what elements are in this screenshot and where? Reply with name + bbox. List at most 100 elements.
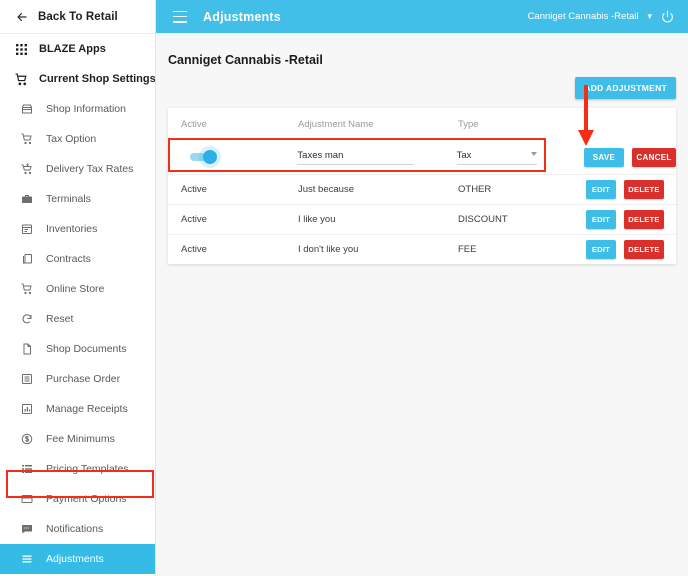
sidebar-item-label: Delivery Tax Rates bbox=[46, 163, 134, 175]
sidebar-item-payment-options[interactable]: Payment Options bbox=[0, 484, 155, 514]
delete-button[interactable]: DELETE bbox=[624, 180, 664, 199]
sidebar-item-inventories[interactable]: Inventories bbox=[0, 214, 155, 244]
refresh-icon bbox=[20, 312, 34, 326]
cart-icon bbox=[20, 282, 34, 296]
sidebar-item-label: BLAZE Apps bbox=[39, 43, 106, 55]
power-icon[interactable] bbox=[661, 10, 674, 23]
sidebar-item-label: Reset bbox=[46, 313, 74, 325]
row-active-status: Active bbox=[181, 184, 207, 195]
row-adjustment-name: Just because bbox=[298, 184, 354, 195]
row-active-status: Active bbox=[181, 214, 207, 225]
sidebar-item-label: Online Store bbox=[46, 283, 105, 295]
editing-row-actions: SAVE CANCEL bbox=[584, 147, 676, 167]
sidebar-item-label: Current Shop Settings bbox=[39, 73, 156, 85]
sidebar-item-reset[interactable]: Reset bbox=[0, 304, 155, 334]
column-header-adjustment-name: Adjustment Name bbox=[298, 118, 374, 130]
table-row: Active Just because OTHER EDIT DELETE bbox=[168, 174, 676, 204]
sidebar-item-shop-information[interactable]: Shop Information bbox=[0, 94, 155, 124]
save-button[interactable]: SAVE bbox=[584, 147, 624, 167]
list-bullet-icon bbox=[20, 462, 34, 476]
edit-button[interactable]: EDIT bbox=[586, 240, 616, 259]
top-app-bar: Adjustments Canniget Cannabis -Retail ▾ bbox=[156, 0, 688, 33]
message-icon bbox=[20, 522, 34, 536]
list-icon bbox=[20, 372, 34, 386]
arrow-left-icon bbox=[16, 11, 28, 23]
page-title: Adjustments bbox=[203, 9, 281, 24]
column-header-active: Active bbox=[181, 118, 207, 130]
sidebar-item-blaze-apps[interactable]: BLAZE Apps bbox=[0, 34, 155, 64]
row-adjustment-name: I like you bbox=[298, 214, 336, 225]
delete-button[interactable]: DELETE bbox=[624, 240, 664, 259]
shopping-cart-icon bbox=[14, 72, 28, 86]
lines-icon bbox=[20, 552, 34, 566]
sidebar-item-pricing-templates[interactable]: Pricing Templates bbox=[0, 454, 155, 484]
row-adjustment-name: I don't like you bbox=[298, 244, 359, 255]
sidebar-item-label: Contracts bbox=[46, 253, 91, 265]
sidebar-item-fee-minimums[interactable]: Fee Minimums bbox=[0, 424, 155, 454]
add-adjustment-button[interactable]: ADD ADJUSTMENT bbox=[575, 77, 676, 99]
delete-button[interactable]: DELETE bbox=[624, 210, 664, 229]
adjustment-type-select[interactable]: Tax bbox=[456, 149, 537, 165]
grid-apps-icon bbox=[14, 42, 28, 56]
row-adjustment-type: FEE bbox=[458, 244, 477, 255]
calendar-icon bbox=[20, 222, 34, 236]
active-toggle-switch[interactable] bbox=[190, 150, 217, 164]
adjustment-name-input[interactable] bbox=[297, 149, 415, 165]
cancel-button[interactable]: CANCEL bbox=[632, 147, 676, 167]
hamburger-icon[interactable] bbox=[173, 10, 187, 23]
sidebar-item-delivery-tax-rates[interactable]: Delivery Tax Rates bbox=[0, 154, 155, 184]
cart-plus-icon bbox=[20, 162, 34, 176]
sidebar-item-purchase-order[interactable]: Purchase Order bbox=[0, 364, 155, 394]
sidebar-item-label: Terminals bbox=[46, 193, 91, 205]
row-adjustment-type: OTHER bbox=[458, 184, 492, 195]
dollar-circle-icon bbox=[20, 432, 34, 446]
active-toggle-cell bbox=[168, 150, 297, 164]
sidebar: Back To Retail BLAZE Apps Current Shop S… bbox=[0, 0, 156, 576]
edit-button[interactable]: EDIT bbox=[586, 180, 616, 199]
sidebar-item-contracts[interactable]: Contracts bbox=[0, 244, 155, 274]
table-header-row: Active Adjustment Name Type bbox=[168, 108, 676, 140]
top-bar-right: Canniget Cannabis -Retail ▾ bbox=[528, 10, 674, 23]
table-row: Active I like you DISCOUNT EDIT DELETE bbox=[168, 204, 676, 234]
briefcase-icon bbox=[20, 192, 34, 206]
row-actions: EDIT DELETE bbox=[586, 240, 676, 259]
adjustment-name-cell bbox=[297, 149, 456, 165]
cart-icon bbox=[20, 132, 34, 146]
sidebar-item-terminals[interactable]: Terminals bbox=[0, 184, 155, 214]
sidebar-item-label: Manage Receipts bbox=[46, 403, 128, 415]
toggle-knob bbox=[203, 150, 217, 164]
main-content: Canniget Cannabis -Retail ADD ADJUSTMENT… bbox=[156, 33, 688, 576]
documents-icon bbox=[20, 252, 34, 266]
edit-button[interactable]: EDIT bbox=[586, 210, 616, 229]
sidebar-item-label: Tax Option bbox=[46, 133, 97, 145]
sidebar-item-label: Purchase Order bbox=[46, 373, 121, 385]
sidebar-item-label: Inventories bbox=[46, 223, 98, 235]
adjustment-type-cell: Tax bbox=[456, 149, 584, 165]
sidebar-item-label: Fee Minimums bbox=[46, 433, 115, 445]
shop-heading: Canniget Cannabis -Retail bbox=[168, 53, 323, 67]
sidebar-item-adjustments[interactable]: Adjustments bbox=[0, 544, 155, 574]
sidebar-item-online-store[interactable]: Online Store bbox=[0, 274, 155, 304]
adjustments-card: Active Adjustment Name Type Taxes man Ta… bbox=[168, 108, 676, 264]
sidebar-item-label: Adjustments bbox=[46, 553, 104, 565]
row-actions: EDIT DELETE bbox=[586, 210, 676, 229]
sidebar-item-current-shop-settings[interactable]: Current Shop Settings bbox=[0, 64, 155, 94]
sidebar-item-notifications[interactable]: Notifications bbox=[0, 514, 155, 544]
column-header-type: Type bbox=[458, 118, 479, 130]
chevron-down-icon[interactable]: ▾ bbox=[647, 12, 652, 21]
bar-chart-icon bbox=[20, 402, 34, 416]
back-to-retail-button[interactable]: Back To Retail bbox=[0, 0, 155, 34]
row-actions: EDIT DELETE bbox=[586, 180, 676, 199]
row-adjustment-type: DISCOUNT bbox=[458, 214, 508, 225]
sidebar-item-label: Shop Documents bbox=[46, 343, 127, 355]
sidebar-item-manage-receipts[interactable]: Manage Receipts bbox=[0, 394, 155, 424]
store-icon bbox=[20, 102, 34, 116]
shop-selector-label[interactable]: Canniget Cannabis -Retail bbox=[528, 11, 639, 22]
sidebar-item-label: Notifications bbox=[46, 523, 104, 535]
file-icon bbox=[20, 342, 34, 356]
table-row-editing: Tax SAVE CANCEL bbox=[168, 140, 676, 174]
adjustment-type-value: Tax bbox=[456, 149, 472, 161]
sidebar-item-label: Payment Options bbox=[46, 493, 127, 505]
sidebar-item-shop-documents[interactable]: Shop Documents bbox=[0, 334, 155, 364]
sidebar-item-tax-option[interactable]: Tax Option bbox=[0, 124, 155, 154]
